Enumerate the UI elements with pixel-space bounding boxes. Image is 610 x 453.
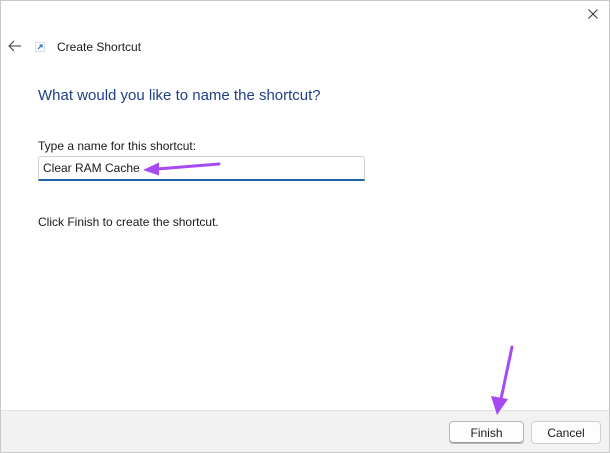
back-arrow-icon: [8, 40, 21, 52]
annotation-arrow-finish: [491, 345, 514, 415]
dialog-footer: Finish Cancel: [1, 410, 609, 452]
back-button[interactable]: [6, 37, 24, 55]
finish-hint-text: Click Finish to create the shortcut.: [38, 215, 219, 229]
shortcut-icon: [35, 42, 45, 52]
close-icon: [588, 9, 598, 19]
close-button[interactable]: [583, 4, 603, 24]
shortcut-name-label: Type a name for this shortcut:: [38, 139, 197, 153]
finish-button[interactable]: Finish: [449, 421, 524, 444]
page-heading: What would you like to name the shortcut…: [38, 87, 321, 104]
create-shortcut-dialog: Create Shortcut What would you like to n…: [0, 0, 610, 453]
title-bar: Create Shortcut: [35, 39, 141, 55]
shortcut-name-input[interactable]: [38, 156, 365, 181]
cancel-button[interactable]: Cancel: [531, 421, 601, 444]
window-title: Create Shortcut: [57, 40, 142, 54]
